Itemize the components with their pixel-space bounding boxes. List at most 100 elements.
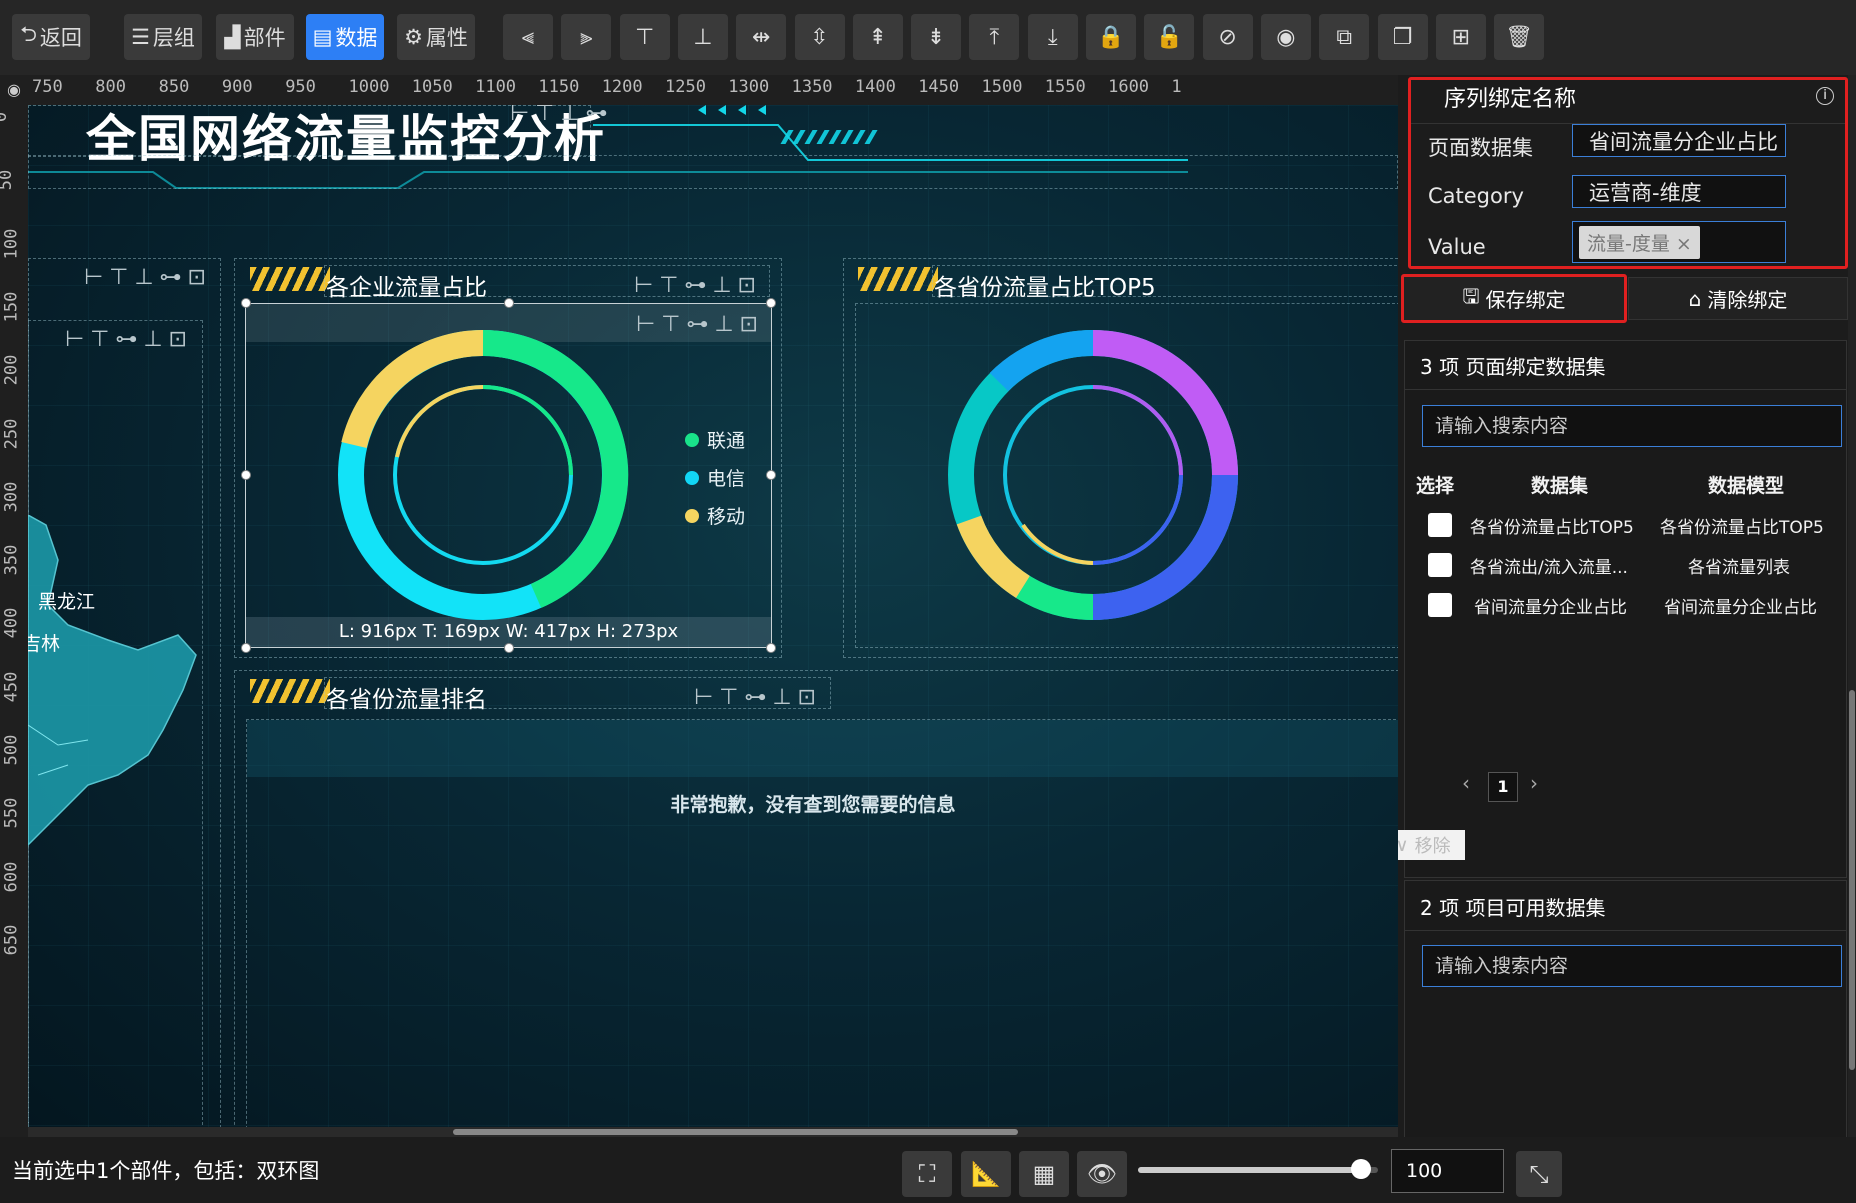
bring-to-front-icon[interactable]: ⤒ (969, 14, 1020, 60)
send-backward-icon[interactable]: ⇟ (911, 14, 962, 60)
dataset-field[interactable]: 省间流量分企业占比 (1572, 124, 1786, 157)
row-checkbox[interactable] (1428, 513, 1452, 537)
resize-handle-r[interactable] (766, 470, 776, 480)
next-page-icon[interactable]: › (1530, 771, 1538, 795)
horizontal-scrollbar[interactable] (28, 1127, 1398, 1137)
bring-forward-icon[interactable]: ⇞ (852, 14, 903, 60)
ruler-icon[interactable]: 📐 (961, 1151, 1011, 1197)
ruler-tick-label: 250 (1, 418, 22, 449)
category-label: Category (1428, 184, 1524, 208)
add-icon[interactable]: ⊞ (1435, 14, 1486, 60)
legend-dot (685, 432, 699, 447)
vertical-ruler: 0 50 100 150 200 250 300 350 400 450 500 550 600 650 (0, 105, 28, 1137)
align-vcenter-icon[interactable]: ⇳ (794, 14, 845, 60)
eye-icon[interactable]: ◉ (0, 75, 28, 105)
resize-handle-bl[interactable] (241, 643, 251, 653)
ruler-tick-label: 550 (1, 797, 22, 829)
duplicate-icon[interactable]: ❐ (1377, 14, 1428, 60)
legend-dot (685, 508, 699, 523)
row-checkbox[interactable] (1428, 593, 1452, 617)
ranking-title-controls[interactable]: ⊢⊤⊶⊥⊡ (694, 685, 822, 710)
page-number[interactable]: 1 (1488, 772, 1518, 802)
ruler-tick-label: 1100 (475, 77, 517, 97)
value-tag[interactable]: 流量-度量 × (1579, 225, 1700, 259)
save-binding-button[interactable]: 🖫 保存绑定 (1404, 277, 1624, 320)
header-frame (28, 155, 1398, 189)
title-stripes (250, 267, 330, 291)
bound-datasets-title: 3 项 页面绑定数据集 (1420, 355, 1606, 379)
align-left-icon[interactable]: ⫷ (503, 14, 553, 60)
align-bottom-icon[interactable]: ⊥ (677, 14, 728, 60)
save-icon: 🖫 (1462, 283, 1480, 308)
ruler-tick-label: 1300 (728, 77, 770, 97)
clear-binding-button[interactable]: ⌂ 清除绑定 (1628, 277, 1848, 320)
row-model: 省间流量分企业占比 (1664, 598, 1817, 618)
ruler-tick-label: 300 (1, 481, 22, 513)
show-icon[interactable]: ◉ (1260, 14, 1311, 60)
fullscreen-exit-icon[interactable]: ⤡ (1516, 1151, 1562, 1197)
ruler-tick-label: 450 (1, 671, 22, 703)
back-button[interactable]: ⮌ 返回 (12, 14, 90, 60)
resize-handle-br[interactable] (766, 643, 776, 653)
panel-scrollbar-thumb[interactable] (1849, 690, 1855, 1070)
ranking-table-frame (246, 719, 1398, 1137)
design-canvas[interactable]: 全国网络流量监控分析 ⊢⊤⊥⊶ ⊢⊤⊥⊶⊡ ⊢⊤⊶⊥⊡ 黑龙江 吉林 各企业流量… (28, 105, 1398, 1137)
ruler-tick-label: 400 (1, 608, 22, 639)
bound-search-input[interactable]: 请输入搜索内容 (1422, 405, 1842, 447)
chart-icon: ▟ (224, 25, 241, 49)
send-to-back-icon[interactable]: ⤓ (1027, 14, 1078, 60)
resize-handle-l[interactable] (241, 470, 251, 480)
zoom-slider-knob[interactable] (1351, 1159, 1372, 1179)
info-icon[interactable]: i (1816, 87, 1834, 105)
remove-button[interactable]: ∨ 移除 (1398, 830, 1465, 860)
china-map[interactable] (28, 515, 208, 895)
resize-handle-t[interactable] (504, 298, 514, 308)
legend-item: 联通 (685, 426, 745, 453)
row-model: 各省份流量占比TOP5 (1660, 518, 1824, 538)
resize-handle-tr[interactable] (766, 298, 776, 308)
delete-icon[interactable]: 🗑 (1494, 14, 1545, 60)
align-hcenter-icon[interactable]: ⇹ (736, 14, 787, 60)
preview-icon[interactable]: 👁 (1077, 1151, 1127, 1197)
zoom-slider[interactable] (1138, 1159, 1378, 1179)
panel-scrollbar[interactable] (1848, 75, 1856, 1137)
ruler-tick-label: 200 (1, 354, 22, 386)
map-controls[interactable]: ⊢⊤⊶⊥⊡ (65, 327, 193, 352)
row-checkbox[interactable] (1428, 553, 1452, 577)
category-field[interactable]: 运营商-维度 (1572, 175, 1786, 208)
props-button[interactable]: ⚙ 属性 (397, 14, 475, 60)
align-top-icon[interactable]: ⊤ (619, 14, 670, 60)
value-field[interactable]: 流量-度量 × (1572, 221, 1786, 263)
zoom-input[interactable]: 100 (1391, 1149, 1504, 1193)
unlock-icon[interactable]: 🔓 (1144, 14, 1195, 60)
copy-icon[interactable]: ⧉ (1319, 14, 1370, 60)
prev-page-icon[interactable]: ‹ (1462, 771, 1470, 795)
enterprise-panel-title: 各企业流量占比 (326, 275, 487, 301)
left-column-controls[interactable]: ⊢⊤⊥⊶⊡ (84, 265, 212, 290)
scrollbar-thumb[interactable] (453, 1129, 1018, 1135)
dataset-label: 页面数据集 (1428, 136, 1533, 160)
zoom-slider-fill (1138, 1167, 1362, 1173)
parts-button[interactable]: ▟ 部件 (216, 14, 294, 60)
close-icon[interactable]: × (1676, 233, 1692, 255)
available-search-input[interactable]: 请输入搜索内容 (1422, 945, 1842, 987)
ruler-tick-label: 1200 (601, 77, 643, 97)
title-stripes (250, 679, 330, 703)
province-ring-chart[interactable] (933, 325, 1253, 625)
lock-icon[interactable]: 🔒 (1086, 14, 1136, 60)
resize-handle-b[interactable] (504, 643, 514, 653)
component-controls[interactable]: ⊢⊤⊶⊥⊡ (636, 312, 764, 337)
layers-button[interactable]: ☰ 层组 (124, 14, 202, 60)
hide-icon[interactable]: ⊘ (1202, 14, 1253, 60)
align-right-icon[interactable]: ⫸ (561, 14, 612, 60)
fit-frame-icon[interactable]: ⛶ (902, 1151, 952, 1197)
enterprise-title-controls[interactable]: ⊢⊤⊶⊥⊡ (634, 273, 762, 298)
ruler-tick-label: 1550 (1044, 77, 1086, 97)
resize-handle-tl[interactable] (241, 298, 251, 308)
double-ring-chart[interactable] (328, 325, 638, 625)
ruler-tick-label: 1250 (665, 77, 706, 97)
grid-icon[interactable]: ▦ (1019, 1151, 1069, 1197)
ruler-tick-label: 1350 (791, 77, 833, 97)
ruler-tick-label: 600 (1, 861, 22, 892)
data-button[interactable]: ▤ 数据 (306, 14, 384, 60)
